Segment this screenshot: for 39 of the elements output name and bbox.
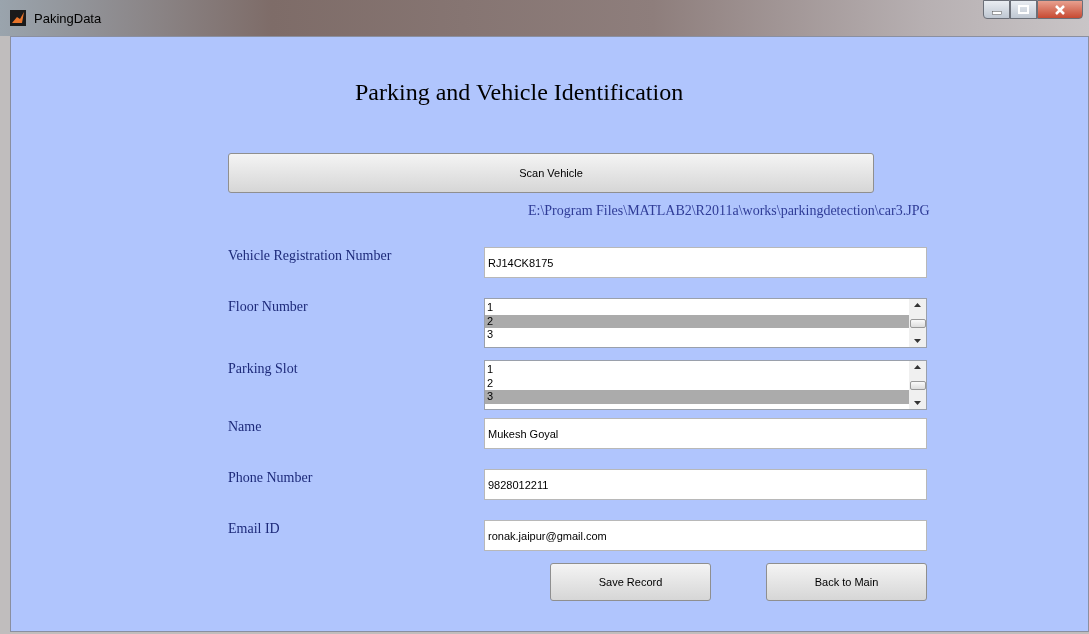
maximize-icon — [1018, 5, 1029, 14]
field-label: Name — [228, 418, 263, 435]
scan-vehicle-button[interactable]: Scan Vehicle — [228, 153, 874, 193]
scrollbar[interactable] — [909, 361, 926, 409]
list-item[interactable]: 1 — [485, 363, 909, 377]
text-field[interactable]: Mukesh Goyal — [484, 418, 927, 449]
list-box[interactable]: 1 2 3 — [484, 360, 927, 410]
form-heading: Parking and Vehicle Identification — [355, 79, 685, 106]
field-label: Vehicle Registration Number — [228, 247, 393, 264]
scroll-down-icon[interactable] — [914, 339, 921, 343]
scroll-up-icon[interactable] — [914, 303, 921, 307]
action-button[interactable]: Save Record — [550, 563, 711, 601]
list-item[interactable]: 2 — [485, 376, 909, 390]
scroll-down-icon[interactable] — [914, 401, 921, 405]
list-item[interactable]: 3 — [485, 328, 909, 342]
field-label: Phone Number — [228, 469, 314, 486]
list-item[interactable]: 1 — [485, 301, 909, 315]
scroll-thumb[interactable] — [909, 380, 926, 390]
field-label: Email ID — [228, 520, 281, 537]
text-field[interactable]: 9828012211 — [484, 469, 927, 500]
close-icon — [1054, 3, 1066, 16]
file-path: E:\Program Files\MATLAB2\R2011a\works\parkingdetection\car3.JPG — [528, 203, 931, 219]
text-field[interactable]: RJ14CK8175 — [484, 247, 927, 278]
scrollbar[interactable] — [909, 299, 926, 347]
list-item[interactable]: 3 — [485, 390, 909, 404]
scroll-up-icon[interactable] — [914, 365, 921, 369]
list-box[interactable]: 1 2 3 — [484, 298, 927, 348]
maximize-button[interactable] — [1010, 0, 1037, 19]
app-icon — [10, 10, 26, 26]
window-title: PakingData — [34, 10, 103, 26]
close-button[interactable] — [1037, 0, 1083, 19]
minimize-icon — [991, 10, 1002, 15]
minimize-button[interactable] — [983, 0, 1010, 19]
field-label: Parking Slot — [228, 360, 299, 377]
list-item[interactable]: 2 — [485, 314, 909, 328]
text-field[interactable]: ronak.jaipur@gmail.com — [484, 520, 927, 551]
action-button[interactable]: Back to Main — [766, 563, 927, 601]
scroll-thumb[interactable] — [909, 318, 926, 328]
field-label: Floor Number — [228, 298, 309, 315]
